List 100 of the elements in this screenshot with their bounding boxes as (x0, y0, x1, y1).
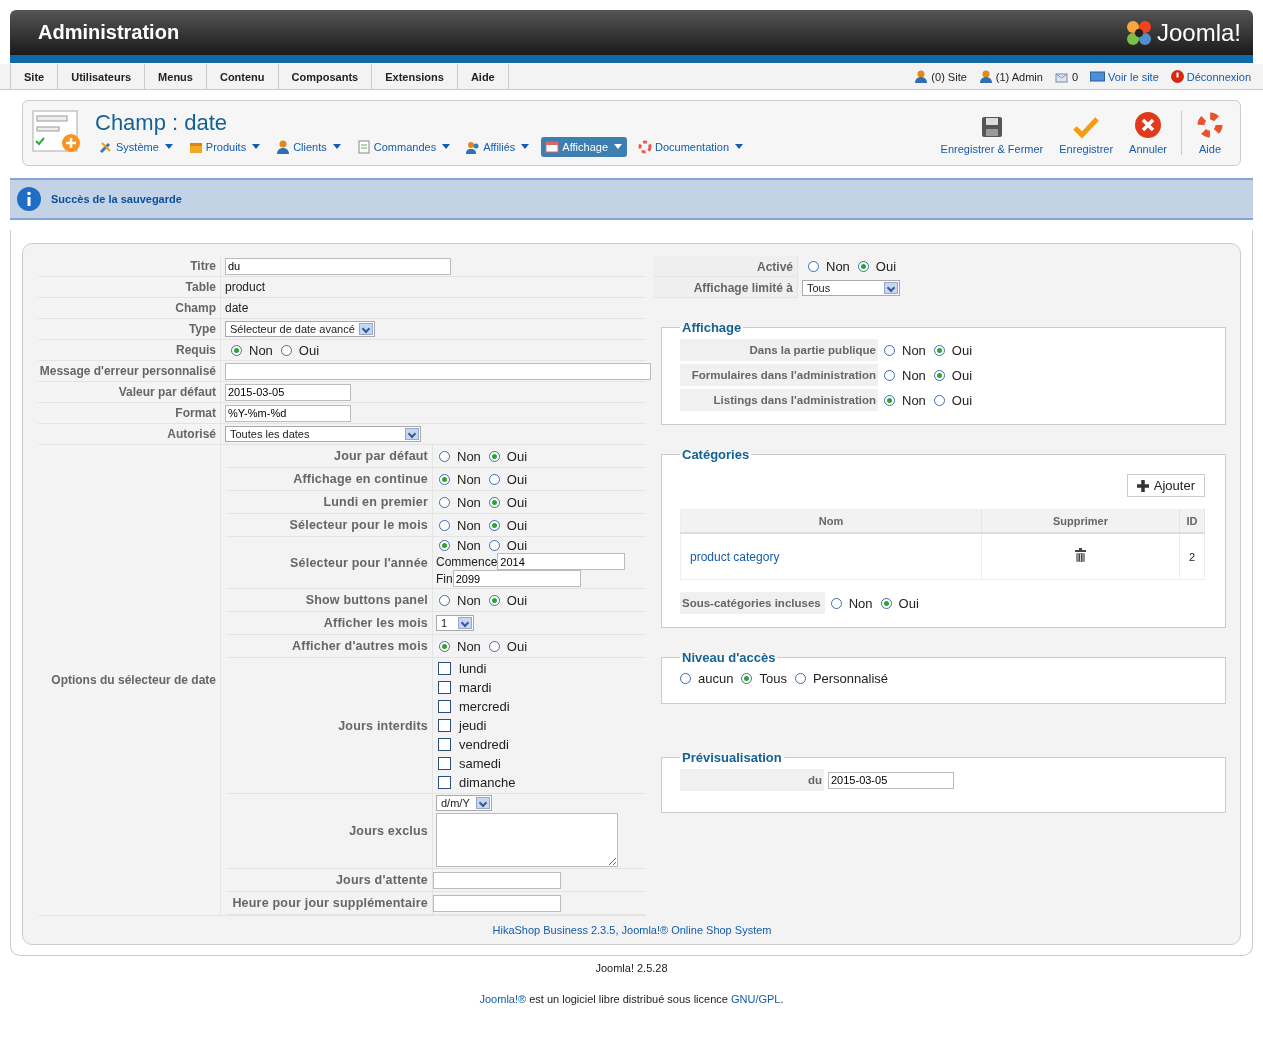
radio-button[interactable] (488, 594, 500, 606)
select-dropdown[interactable]: Tous (802, 279, 900, 296)
radio-button[interactable] (884, 369, 895, 381)
status-link[interactable]: Voir le site (1108, 70, 1159, 83)
checkbox[interactable] (438, 719, 451, 732)
text-input[interactable]: 2099 (452, 570, 581, 587)
radio-label: Non (249, 342, 273, 358)
toolbar-button[interactable]: Aide (1181, 111, 1234, 155)
radio-label: Non (902, 367, 926, 383)
menu-item[interactable]: Site (10, 64, 59, 89)
submenu-item[interactable]: Produits (184, 136, 266, 157)
radio-button[interactable] (680, 673, 691, 684)
document-icon (356, 139, 371, 154)
menu-item[interactable]: Composants (278, 64, 373, 89)
menu-item[interactable]: Extensions (372, 64, 458, 89)
text-input[interactable]: 2015-03-05 (225, 383, 351, 401)
radio-button[interactable] (488, 473, 500, 485)
text-input[interactable]: %Y-%m-%d (225, 404, 351, 422)
toolbar-button[interactable]: Enregistrer (1051, 115, 1122, 155)
credits-link[interactable]: HikaShop Business 2.3.5, Joomla!® Online Shop System (492, 924, 772, 936)
radio-button[interactable] (439, 640, 450, 652)
radio-label: Oui (951, 367, 973, 383)
checkbox[interactable] (438, 776, 451, 789)
checkbox[interactable] (438, 757, 451, 770)
checkbox[interactable] (438, 700, 451, 713)
submenu-item[interactable]: Affiliés (462, 136, 535, 157)
radio-label: Non (457, 471, 481, 487)
fieldset-legend: Affichage (680, 320, 744, 335)
radio-button[interactable] (884, 344, 895, 356)
select-dropdown[interactable]: d/m/Y (436, 795, 492, 811)
text-input[interactable] (225, 362, 651, 380)
radio-label: Oui (951, 342, 973, 358)
radio-button[interactable] (439, 496, 450, 508)
text-input[interactable]: du (225, 257, 451, 275)
text-input[interactable] (433, 871, 561, 889)
checkbox-label: lundi (459, 661, 487, 676)
trash-icon[interactable] (1075, 548, 1086, 562)
radio-button[interactable] (280, 344, 292, 356)
radio-button[interactable] (439, 594, 450, 606)
text-input[interactable] (433, 894, 561, 912)
radio-button[interactable] (488, 496, 500, 508)
submenu-item[interactable]: Commandes (352, 136, 456, 157)
radio-button[interactable] (880, 597, 892, 609)
radio-button[interactable] (488, 540, 500, 551)
text-input[interactable]: 2014 (497, 553, 626, 570)
submenu-item[interactable]: Affichage (541, 136, 627, 157)
menu-item[interactable]: Menus (145, 64, 207, 89)
radio-button[interactable] (439, 519, 450, 531)
select-dropdown[interactable]: Toutes les dates (225, 426, 421, 442)
radio-button[interactable] (439, 540, 450, 551)
checkbox[interactable] (438, 738, 451, 751)
users-icon (466, 139, 481, 154)
radio-button[interactable] (794, 673, 806, 684)
toolbar-button[interactable]: Enregistrer & Fermer (932, 115, 1052, 155)
radio-button[interactable] (439, 450, 450, 462)
date-input[interactable]: 2015-03-05 (828, 771, 954, 789)
checkbox[interactable] (438, 662, 451, 675)
status-link[interactable]: Déconnexion (1186, 70, 1251, 83)
radio-button[interactable] (231, 344, 242, 356)
select-dropdown[interactable]: 1 (436, 615, 474, 631)
radio-button[interactable] (439, 473, 450, 485)
menu-item[interactable]: Aide (457, 64, 509, 89)
fieldset-legend: Prévisualisation (680, 750, 784, 765)
category-link[interactable]: product category (690, 549, 780, 564)
radio-button[interactable] (488, 450, 500, 462)
fieldset-legend: Niveau d'accès (680, 650, 778, 665)
table-cell: 2 (1179, 533, 1205, 580)
status-text: (1) Admin (995, 70, 1043, 83)
license-link[interactable]: Joomla!® (479, 993, 527, 1005)
field-value: product (225, 280, 266, 294)
radio-button[interactable] (857, 261, 869, 272)
toolbar-button[interactable]: Annuler (1121, 111, 1175, 155)
radio-label: Oui (506, 538, 528, 553)
info-icon (17, 187, 41, 211)
menu-item[interactable]: Contenu (206, 64, 279, 89)
submenu-item[interactable]: Système (95, 136, 178, 157)
radio-button[interactable] (830, 597, 842, 609)
version-text: Joomla! 2.5.28 (595, 962, 668, 974)
radio-label: Oui (898, 595, 919, 611)
radio-button[interactable] (933, 394, 945, 406)
radio-button[interactable] (488, 519, 500, 531)
radio-button[interactable] (933, 344, 945, 356)
radio-button[interactable] (933, 369, 945, 381)
field-label: Lundi en premier (226, 491, 433, 513)
caret-icon (442, 144, 451, 149)
radio-button[interactable] (488, 640, 500, 652)
radio-button[interactable] (741, 673, 753, 684)
menu-item[interactable]: Utilisateurs (58, 64, 146, 89)
caret-icon (735, 144, 743, 149)
select-dropdown[interactable]: Sélecteur de date avancé (225, 321, 375, 337)
checkbox[interactable] (438, 681, 451, 694)
header-title: Administration (38, 21, 180, 44)
radio-button[interactable] (884, 394, 895, 406)
radio-label: Non (457, 494, 481, 510)
add-button[interactable]: Ajouter (1126, 474, 1205, 497)
page-title: Champ : date (95, 109, 229, 136)
submenu-item[interactable]: Documentation (634, 136, 748, 157)
submenu-item[interactable]: Clients (272, 136, 346, 157)
radio-button[interactable] (808, 261, 819, 272)
checkbox-label: mardi (459, 680, 492, 695)
